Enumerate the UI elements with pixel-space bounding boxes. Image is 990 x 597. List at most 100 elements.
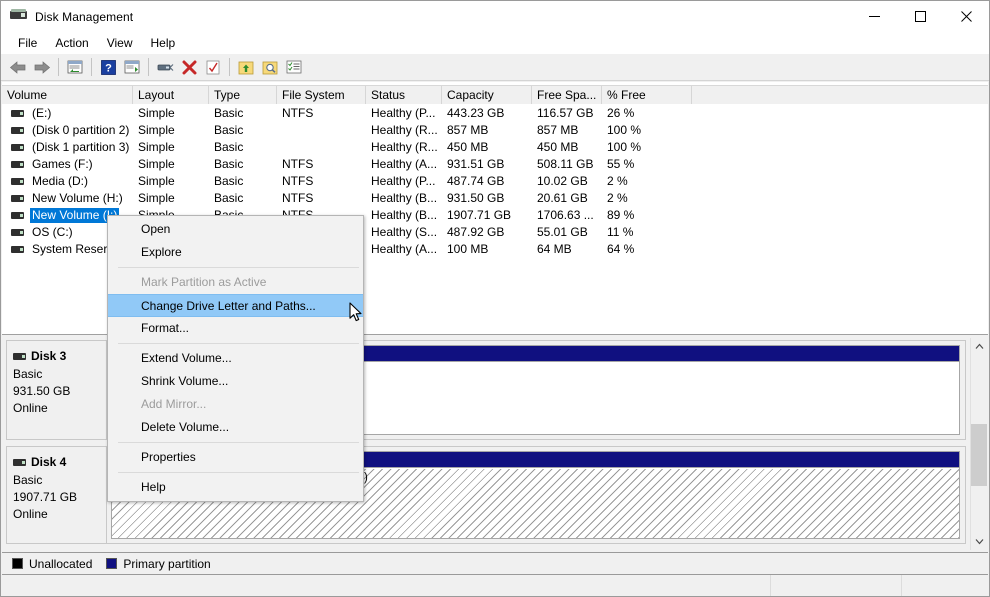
- scroll-down-arrow-icon[interactable]: [971, 533, 987, 550]
- cell-status: Healthy (P...: [371, 106, 436, 120]
- column-header-file-system[interactable]: File System: [277, 86, 366, 104]
- rescan-disks-icon[interactable]: [153, 56, 177, 79]
- export-list-icon[interactable]: [234, 56, 258, 79]
- menu-shrink-volume[interactable]: Shrink Volume...: [108, 370, 363, 393]
- cell-capacity: 857 MB: [447, 123, 489, 137]
- volume-name: New Volume (I:): [30, 208, 120, 223]
- menubar-item-help[interactable]: Help: [142, 33, 185, 53]
- menubar-item-file[interactable]: File: [9, 33, 46, 53]
- table-row[interactable]: (E:) Simple Basic NTFS Healthy (P... 443.23 G…: [2, 105, 988, 122]
- table-row[interactable]: New Volume (H:) Simple Basic NTFS Healthy (B…: [2, 190, 988, 207]
- disk-management-window: Disk Management File Action View Help ? …: [0, 0, 990, 597]
- column-header-capacity[interactable]: Capacity: [442, 86, 532, 104]
- volume-disk-icon: [11, 229, 24, 236]
- toolbar-separator: [148, 58, 149, 76]
- cell-capacity: 100 MB: [447, 242, 489, 256]
- menu-delete-volume[interactable]: Delete Volume...: [108, 416, 363, 439]
- cell-layout: Simple: [138, 191, 175, 205]
- column-header-layout[interactable]: Layout: [133, 86, 209, 104]
- disk-capacity: 931.50 GB: [13, 384, 71, 398]
- cell-file-system: NTFS: [282, 106, 314, 120]
- legend-label: Primary partition: [123, 556, 211, 571]
- disk-icon: [13, 353, 26, 360]
- legend-swatch-unallocated: [12, 558, 23, 569]
- minimize-button[interactable]: [851, 1, 897, 32]
- cell-volume: Media (D:): [2, 173, 133, 190]
- menu-separator: [118, 343, 359, 344]
- cell-layout: Simple: [138, 174, 175, 188]
- cell-status: Healthy (P...: [371, 174, 436, 188]
- volume-name: OS (C:): [32, 225, 73, 239]
- forward-icon[interactable]: [30, 56, 54, 79]
- menu-change-drive-letter[interactable]: Change Drive Letter and Paths...: [108, 294, 363, 317]
- menu-help[interactable]: Help: [108, 476, 363, 499]
- cell-type: Basic: [214, 123, 244, 137]
- disk-status: Online: [13, 401, 48, 415]
- find-icon[interactable]: [258, 56, 282, 79]
- close-button[interactable]: [943, 1, 989, 32]
- column-header-filler: [692, 86, 988, 104]
- svg-text:?: ?: [105, 62, 112, 74]
- column-header-volume[interactable]: Volume: [2, 86, 133, 104]
- volume-name: (Disk 1 partition 3): [32, 140, 130, 154]
- cell-layout: Simple: [138, 140, 175, 154]
- column-header-free-spa[interactable]: Free Spa...: [532, 86, 602, 104]
- cell-capacity: 931.50 GB: [447, 191, 505, 205]
- cell-layout: Simple: [138, 123, 175, 137]
- scroll-up-arrow-icon[interactable]: [971, 338, 987, 355]
- table-row[interactable]: Media (D:) Simple Basic NTFS Healthy (P... 48…: [2, 173, 988, 190]
- volume-disk-icon: [11, 178, 24, 185]
- status-segment-3: [902, 575, 988, 596]
- column-header-free[interactable]: % Free: [602, 86, 692, 104]
- table-row[interactable]: (Disk 0 partition 2) Simple Basic Healthy (…: [2, 122, 988, 139]
- menu-open[interactable]: Open: [108, 218, 363, 241]
- disk-capacity: 1907.71 GB: [13, 490, 78, 504]
- table-row[interactable]: (Disk 1 partition 3) Simple Basic Healthy (…: [2, 139, 988, 156]
- properties-icon[interactable]: [201, 56, 225, 79]
- cell-free-space: 857 MB: [537, 123, 579, 137]
- context-menu[interactable]: Open Explore Mark Partition as Active Chang…: [107, 215, 364, 502]
- up-one-level-icon[interactable]: [63, 56, 87, 79]
- menu-explore[interactable]: Explore: [108, 241, 363, 264]
- menu-extend-volume[interactable]: Extend Volume...: [108, 347, 363, 370]
- cell-status: Healthy (S...: [371, 225, 438, 239]
- legend-item-unallocated: Unallocated: [12, 557, 92, 571]
- cell-status: Healthy (A...: [371, 242, 438, 256]
- cell-volume: New Volume (H:): [2, 190, 133, 207]
- toolbar: ?: [1, 54, 989, 81]
- scrollbar-thumb[interactable]: [971, 424, 987, 486]
- cell-percent-free: 55 %: [607, 157, 635, 171]
- cell-capacity: 931.51 GB: [447, 157, 505, 171]
- cell-capacity: 443.23 GB: [447, 106, 505, 120]
- cell-type: Basic: [214, 140, 244, 154]
- column-header-type[interactable]: Type: [209, 86, 277, 104]
- back-icon[interactable]: [6, 56, 30, 79]
- legend-swatch-primary-partition: [106, 558, 118, 569]
- menu-properties[interactable]: Properties: [108, 446, 363, 469]
- cell-capacity: 450 MB: [447, 140, 489, 154]
- maximize-button[interactable]: [897, 1, 943, 32]
- help-icon[interactable]: ?: [96, 56, 120, 79]
- title-bar: Disk Management: [1, 1, 989, 32]
- volume-name: (E:): [32, 106, 52, 120]
- menu-add-mirror: Add Mirror...: [141, 397, 207, 411]
- cell-layout: Simple: [138, 106, 175, 120]
- cell-free-space: 55.01 GB: [537, 225, 588, 239]
- menubar-item-action[interactable]: Action: [46, 33, 97, 53]
- show-action-pane-icon[interactable]: [120, 56, 144, 79]
- menu-separator: [118, 442, 359, 443]
- table-row[interactable]: Games (F:) Simple Basic NTFS Healthy (A... 93…: [2, 156, 988, 173]
- menu-bar: File Action View Help: [1, 32, 989, 54]
- disk-name: Disk 4: [31, 455, 67, 469]
- menubar-item-view[interactable]: View: [98, 33, 142, 53]
- cell-status: Healthy (B...: [371, 208, 438, 222]
- cell-layout: Simple: [138, 157, 175, 171]
- menu-format[interactable]: Format...: [108, 317, 363, 340]
- column-header-status[interactable]: Status: [366, 86, 442, 104]
- legend-label: Unallocated: [29, 556, 93, 571]
- disk-pane-scrollbar[interactable]: [970, 338, 987, 550]
- delete-icon[interactable]: [177, 56, 201, 79]
- view-options-icon[interactable]: [282, 56, 306, 79]
- window-title: Disk Management: [35, 9, 134, 24]
- menu-mark-partition-active: Mark Partition as Active: [141, 275, 267, 289]
